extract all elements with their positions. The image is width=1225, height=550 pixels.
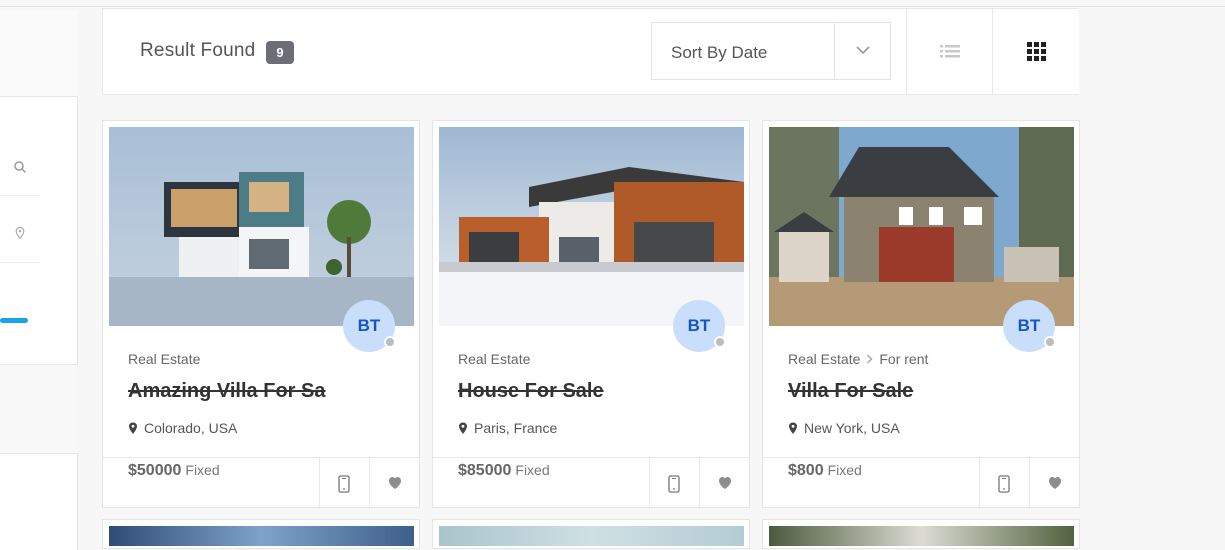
location-pin-icon[interactable]: [13, 226, 27, 240]
price-value: $50000: [128, 462, 182, 479]
result-found-label: Result Found: [140, 40, 256, 61]
listing-card[interactable]: BT Real Estate House For Sale Paris, Fra…: [432, 120, 750, 509]
category-link[interactable]: Real Estate: [128, 351, 200, 367]
favorite-button[interactable]: [369, 458, 419, 509]
listing-footer: $800 Fixed: [763, 457, 1079, 509]
listing-image[interactable]: [769, 127, 1074, 326]
listing-image[interactable]: [109, 127, 414, 326]
page-top-divider: [0, 6, 1225, 7]
phone-icon: [338, 475, 350, 493]
grid-icon: [1027, 42, 1046, 61]
sidebar-divider: [0, 262, 40, 263]
listing-location: New York, USA: [788, 420, 900, 438]
sidebar-header: [0, 10, 78, 97]
category-link[interactable]: Real Estate: [458, 351, 530, 367]
chevron-right-icon: [866, 351, 873, 367]
heart-icon: [1049, 477, 1061, 489]
listing-category[interactable]: Real Estate For rent: [788, 351, 928, 367]
price-type: Fixed: [515, 462, 550, 478]
grid-view-button[interactable]: [992, 9, 1079, 94]
price-value: $800: [788, 462, 824, 479]
listing-price: $800 Fixed: [788, 462, 862, 480]
location-pin-icon: [788, 422, 798, 438]
listing-image[interactable]: [439, 526, 744, 546]
sort-selected-value: Sort By Date: [671, 43, 768, 62]
call-button[interactable]: [319, 458, 369, 509]
results-toolbar: Result Found 9 Sort By Date: [102, 8, 1079, 95]
agent-status-indicator: [1044, 336, 1056, 348]
location-pin-icon: [128, 422, 138, 438]
favorite-button[interactable]: [1029, 458, 1079, 509]
list-icon: [940, 45, 960, 58]
price-type: Fixed: [827, 462, 862, 478]
range-slider[interactable]: [0, 318, 28, 323]
agent-status-indicator: [384, 336, 396, 348]
listing-title[interactable]: House For Sale: [458, 380, 738, 403]
sidebar-divider: [0, 195, 40, 196]
listing-category[interactable]: Real Estate: [128, 351, 200, 367]
heart-icon: [719, 477, 731, 489]
phone-icon: [998, 475, 1010, 493]
subcategory-link[interactable]: For rent: [879, 351, 928, 367]
listing-image[interactable]: [439, 127, 744, 326]
sort-select[interactable]: Sort By Date: [651, 22, 891, 80]
listing-location: Paris, France: [458, 420, 557, 438]
agent-status-indicator: [714, 336, 726, 348]
sidebar-section: [0, 364, 78, 454]
listing-card[interactable]: [762, 519, 1080, 549]
listing-category[interactable]: Real Estate: [458, 351, 530, 367]
price-type: Fixed: [185, 462, 220, 478]
listing-footer: $50000 Fixed: [103, 457, 419, 509]
listing-price: $50000 Fixed: [128, 462, 220, 480]
location-pin-icon: [458, 422, 468, 438]
listing-card[interactable]: [432, 519, 750, 549]
listing-title[interactable]: Villa For Sale: [788, 380, 1068, 403]
call-button[interactable]: [979, 458, 1029, 509]
listing-location: Colorado, USA: [128, 420, 237, 438]
price-value: $85000: [458, 462, 512, 479]
location-text: New York, USA: [804, 420, 900, 436]
listing-image[interactable]: [109, 526, 414, 546]
heart-icon: [389, 477, 401, 489]
chevron-down-icon[interactable]: [834, 23, 890, 79]
listing-price: $85000 Fixed: [458, 462, 550, 480]
listing-footer: $85000 Fixed: [433, 457, 749, 509]
listing-title[interactable]: Amazing Villa For Sa: [128, 380, 408, 403]
listing-card[interactable]: [102, 519, 420, 549]
phone-icon: [668, 475, 680, 493]
list-view-button[interactable]: [906, 9, 993, 94]
category-link[interactable]: Real Estate: [788, 351, 860, 367]
search-icon[interactable]: [13, 160, 27, 174]
result-count-badge: 9: [266, 41, 294, 64]
filter-sidebar: [0, 10, 78, 550]
listing-image[interactable]: [769, 526, 1074, 546]
listing-card[interactable]: BT Real Estate Amazing Villa For Sa Colo…: [102, 120, 420, 509]
listing-card[interactable]: BT Real Estate For rent Villa For Sale Ne…: [762, 120, 1080, 509]
call-button[interactable]: [649, 458, 699, 509]
favorite-button[interactable]: [699, 458, 749, 509]
location-text: Colorado, USA: [144, 420, 238, 436]
location-text: Paris, France: [474, 420, 558, 436]
